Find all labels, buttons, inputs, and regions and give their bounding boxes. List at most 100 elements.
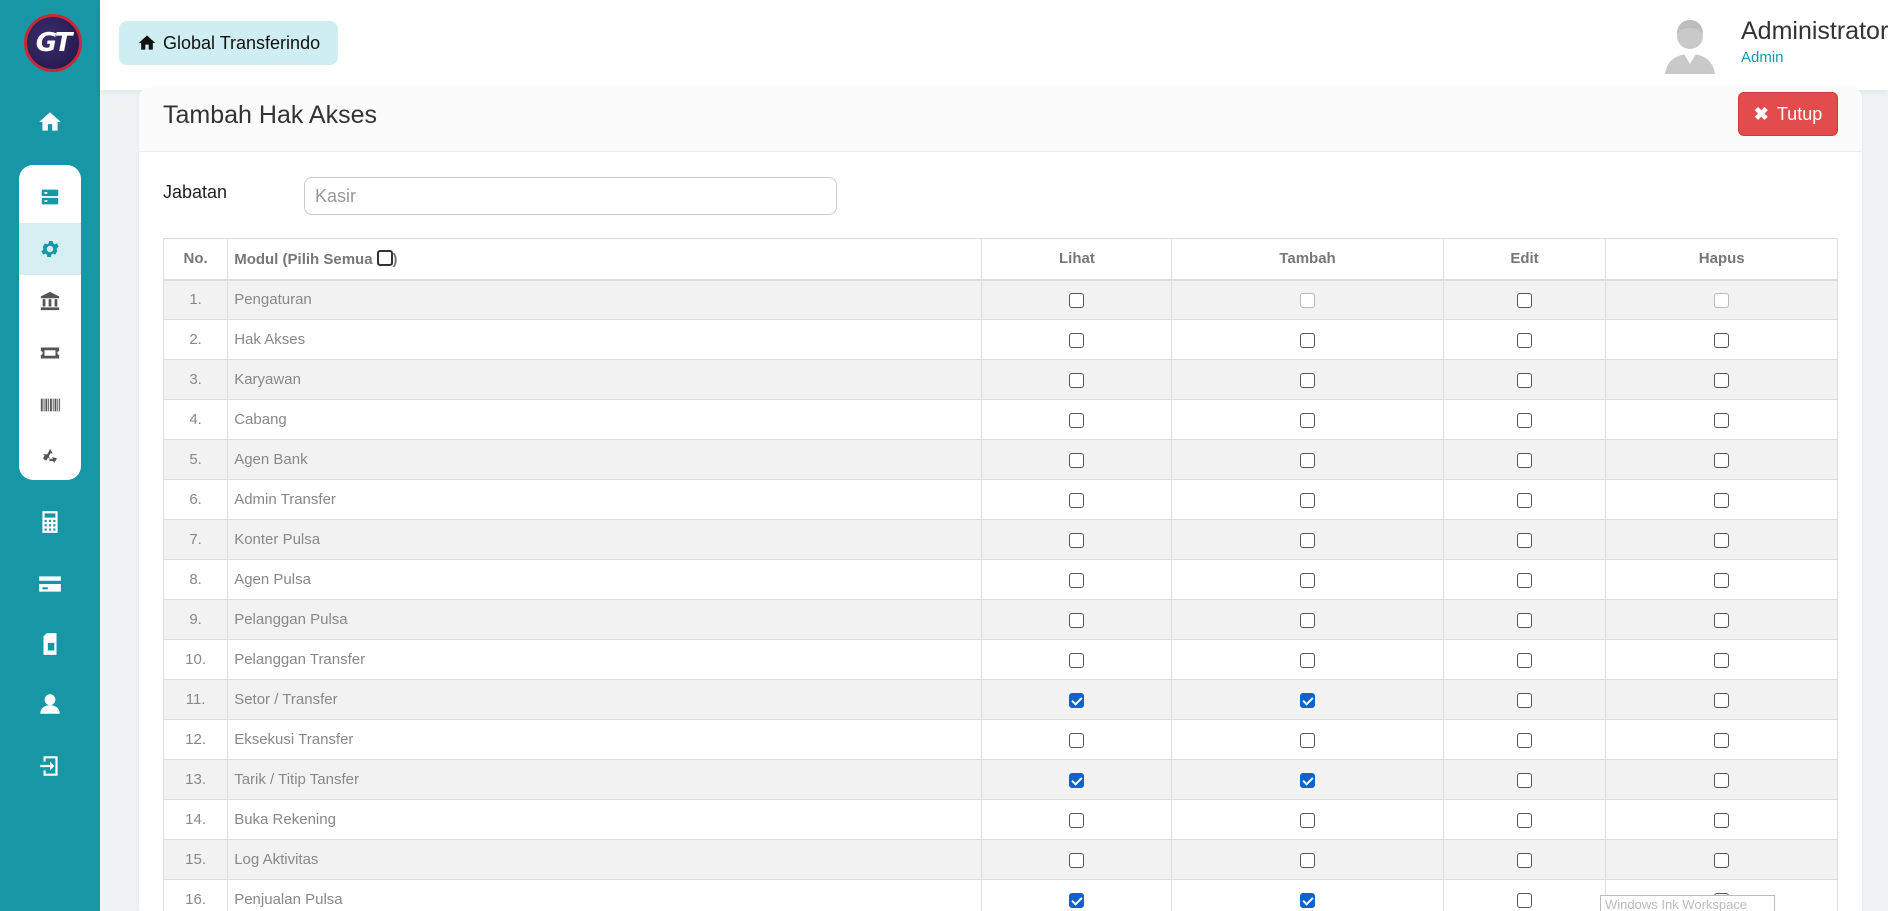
brand-home-button[interactable]: Global Transferindo xyxy=(119,21,339,65)
hapus-checkbox[interactable] xyxy=(1714,852,1730,868)
hapus-checkbox[interactable] xyxy=(1714,812,1730,828)
row-number: 9. xyxy=(162,599,229,640)
lihat-checkbox[interactable] xyxy=(1069,772,1085,788)
close-icon: ✖ xyxy=(1753,103,1769,124)
lihat-checkbox[interactable] xyxy=(1069,732,1085,748)
lihat-checkbox[interactable] xyxy=(1069,652,1085,668)
hapus-checkbox[interactable] xyxy=(1714,772,1730,788)
lihat-checkbox[interactable] xyxy=(1069,572,1085,588)
cell-edit xyxy=(1442,799,1607,840)
hapus-checkbox[interactable] xyxy=(1714,732,1730,748)
hapus-checkbox[interactable] xyxy=(1714,532,1730,548)
lihat-checkbox[interactable] xyxy=(1069,892,1085,908)
edit-checkbox[interactable] xyxy=(1517,292,1533,308)
edit-checkbox[interactable] xyxy=(1517,572,1533,588)
lihat-checkbox[interactable] xyxy=(1069,332,1085,348)
server-icon[interactable] xyxy=(19,171,81,223)
col-no: No. xyxy=(162,238,229,281)
row-number: 8. xyxy=(162,559,229,600)
col-edit: Edit xyxy=(1442,238,1607,281)
tambah-checkbox[interactable] xyxy=(1300,732,1315,748)
hapus-checkbox[interactable] xyxy=(1714,572,1730,588)
hapus-checkbox xyxy=(1714,292,1730,308)
edit-checkbox[interactable] xyxy=(1517,692,1533,708)
lihat-checkbox[interactable] xyxy=(1069,612,1085,628)
credit-card-icon[interactable] xyxy=(0,558,100,610)
lihat-checkbox[interactable] xyxy=(1069,852,1085,868)
edit-checkbox[interactable] xyxy=(1517,612,1533,628)
tambah-checkbox[interactable] xyxy=(1300,492,1315,508)
cell-lihat xyxy=(981,719,1173,760)
cell-tambah xyxy=(1171,759,1444,800)
edit-checkbox[interactable] xyxy=(1517,492,1533,508)
home-icon[interactable] xyxy=(0,96,100,148)
sim-card-icon[interactable] xyxy=(0,618,100,670)
jabatan-input[interactable] xyxy=(304,177,837,215)
user-icon[interactable] xyxy=(0,678,100,730)
hak-akses-card: Tambah Hak Akses ✖ Tutup Jabatan No. Mod… xyxy=(139,88,1862,911)
bank-icon[interactable] xyxy=(19,275,81,327)
gear-icon[interactable] xyxy=(19,223,81,275)
hapus-checkbox[interactable] xyxy=(1714,332,1730,348)
close-button[interactable]: ✖ Tutup xyxy=(1738,92,1838,136)
tambah-checkbox[interactable] xyxy=(1300,652,1315,668)
cell-hapus xyxy=(1605,639,1838,680)
edit-checkbox[interactable] xyxy=(1517,332,1533,348)
tambah-checkbox[interactable] xyxy=(1300,412,1315,428)
logout-icon[interactable] xyxy=(0,740,100,792)
lihat-checkbox[interactable] xyxy=(1069,452,1085,468)
windows-ink-workspace[interactable]: Windows Ink Workspace xyxy=(1600,895,1775,911)
lihat-checkbox[interactable] xyxy=(1069,532,1085,548)
cell-lihat xyxy=(981,759,1173,800)
hapus-checkbox[interactable] xyxy=(1714,452,1730,468)
hapus-checkbox[interactable] xyxy=(1714,692,1730,708)
lihat-checkbox[interactable] xyxy=(1069,372,1085,388)
edit-checkbox[interactable] xyxy=(1517,732,1533,748)
hapus-checkbox[interactable] xyxy=(1714,612,1730,628)
select-all-checkbox[interactable] xyxy=(376,249,393,266)
calculator-icon[interactable] xyxy=(0,496,100,548)
tambah-checkbox[interactable] xyxy=(1300,812,1315,828)
recycle-icon[interactable] xyxy=(19,431,81,480)
edit-checkbox[interactable] xyxy=(1517,892,1533,908)
tambah-checkbox[interactable] xyxy=(1300,572,1315,588)
module-name: Penjualan Pulsa xyxy=(227,879,983,911)
lihat-checkbox[interactable] xyxy=(1069,492,1085,508)
lihat-checkbox[interactable] xyxy=(1069,412,1085,428)
tambah-checkbox[interactable] xyxy=(1300,692,1315,708)
hapus-checkbox[interactable] xyxy=(1714,652,1730,668)
cell-lihat xyxy=(981,799,1173,840)
cell-lihat xyxy=(981,639,1173,680)
edit-checkbox[interactable] xyxy=(1517,452,1533,468)
tambah-checkbox[interactable] xyxy=(1300,892,1315,908)
avatar[interactable] xyxy=(1660,14,1720,74)
cell-edit xyxy=(1442,879,1607,911)
tambah-checkbox[interactable] xyxy=(1300,532,1315,548)
tambah-checkbox[interactable] xyxy=(1300,332,1315,348)
ticket-icon[interactable] xyxy=(19,327,81,379)
hapus-checkbox[interactable] xyxy=(1714,412,1730,428)
lihat-checkbox[interactable] xyxy=(1069,692,1085,708)
edit-checkbox[interactable] xyxy=(1517,852,1533,868)
cell-edit xyxy=(1442,359,1607,400)
app-logo[interactable]: GT xyxy=(24,14,82,72)
edit-checkbox[interactable] xyxy=(1517,372,1533,388)
edit-checkbox[interactable] xyxy=(1517,812,1533,828)
tambah-checkbox[interactable] xyxy=(1300,612,1315,628)
tambah-checkbox[interactable] xyxy=(1300,372,1315,388)
lihat-checkbox[interactable] xyxy=(1069,812,1085,828)
cell-edit xyxy=(1442,479,1607,520)
edit-checkbox[interactable] xyxy=(1517,652,1533,668)
tambah-checkbox[interactable] xyxy=(1300,772,1315,788)
brand-label: Global Transferindo xyxy=(163,32,321,53)
edit-checkbox[interactable] xyxy=(1517,532,1533,548)
tambah-checkbox[interactable] xyxy=(1300,852,1315,868)
table-row: 3. Karyawan xyxy=(162,359,1838,400)
hapus-checkbox[interactable] xyxy=(1714,372,1730,388)
edit-checkbox[interactable] xyxy=(1517,772,1533,788)
edit-checkbox[interactable] xyxy=(1517,412,1533,428)
barcode-icon[interactable] xyxy=(19,379,81,431)
tambah-checkbox[interactable] xyxy=(1300,452,1315,468)
lihat-checkbox[interactable] xyxy=(1069,292,1085,308)
hapus-checkbox[interactable] xyxy=(1714,492,1730,508)
